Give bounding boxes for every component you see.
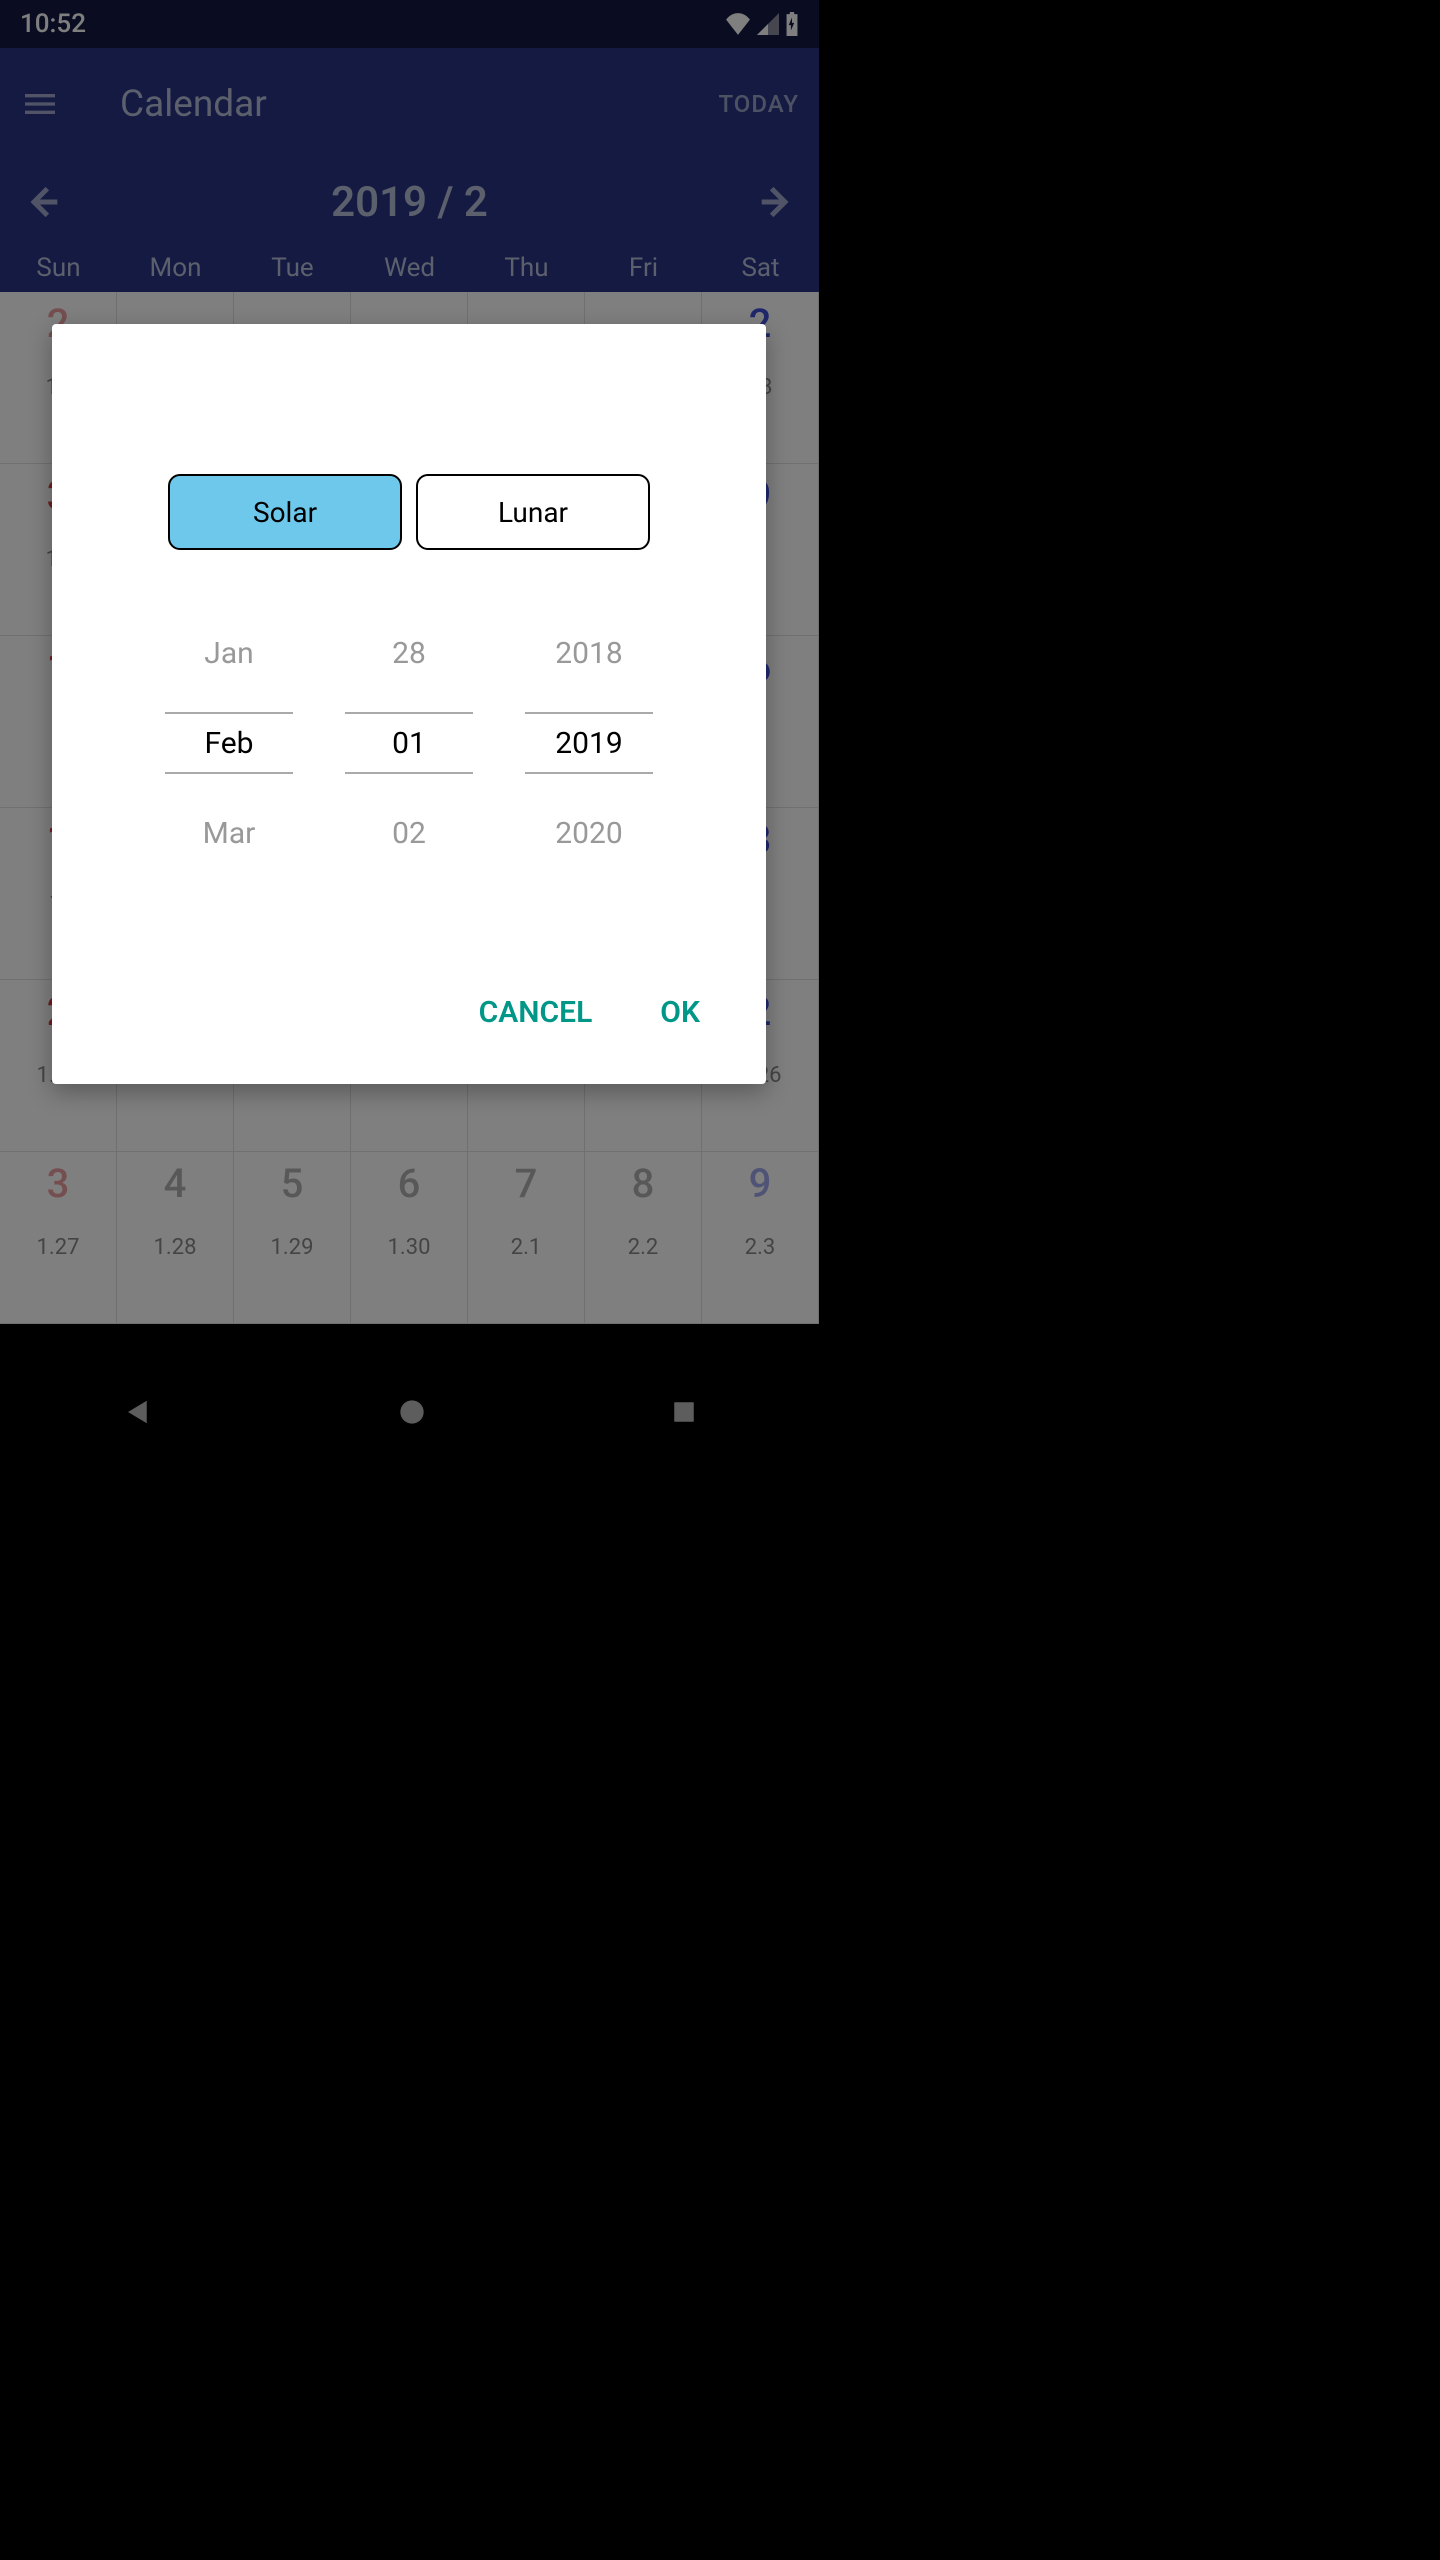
solar-tab[interactable]: Solar [168,474,402,550]
year-selected[interactable]: 2019 [525,712,653,774]
dialog-actions: CANCEL OK [92,995,726,1044]
year-next[interactable]: 2020 [525,802,653,864]
lunar-tab[interactable]: Lunar [416,474,650,550]
day-prev[interactable]: 28 [345,622,473,684]
year-prev[interactable]: 2018 [525,622,653,684]
calendar-type-tabs: Solar Lunar [92,474,726,550]
cancel-button[interactable]: CANCEL [479,995,593,1030]
month-prev[interactable]: Jan [165,622,293,684]
year-picker[interactable]: 2018 2019 2020 [525,622,653,864]
date-picker-wheels: Jan Feb Mar 28 01 02 2018 2019 2020 [92,622,726,864]
month-next[interactable]: Mar [165,802,293,864]
ok-button[interactable]: OK [660,995,700,1030]
month-selected[interactable]: Feb [165,712,293,774]
day-picker[interactable]: 28 01 02 [345,622,473,864]
dialog-overlay[interactable]: Solar Lunar Jan Feb Mar 28 01 02 2018 20… [0,0,819,1456]
month-picker[interactable]: Jan Feb Mar [165,622,293,864]
day-next[interactable]: 02 [345,802,473,864]
day-selected[interactable]: 01 [345,712,473,774]
date-picker-dialog: Solar Lunar Jan Feb Mar 28 01 02 2018 20… [52,324,766,1084]
